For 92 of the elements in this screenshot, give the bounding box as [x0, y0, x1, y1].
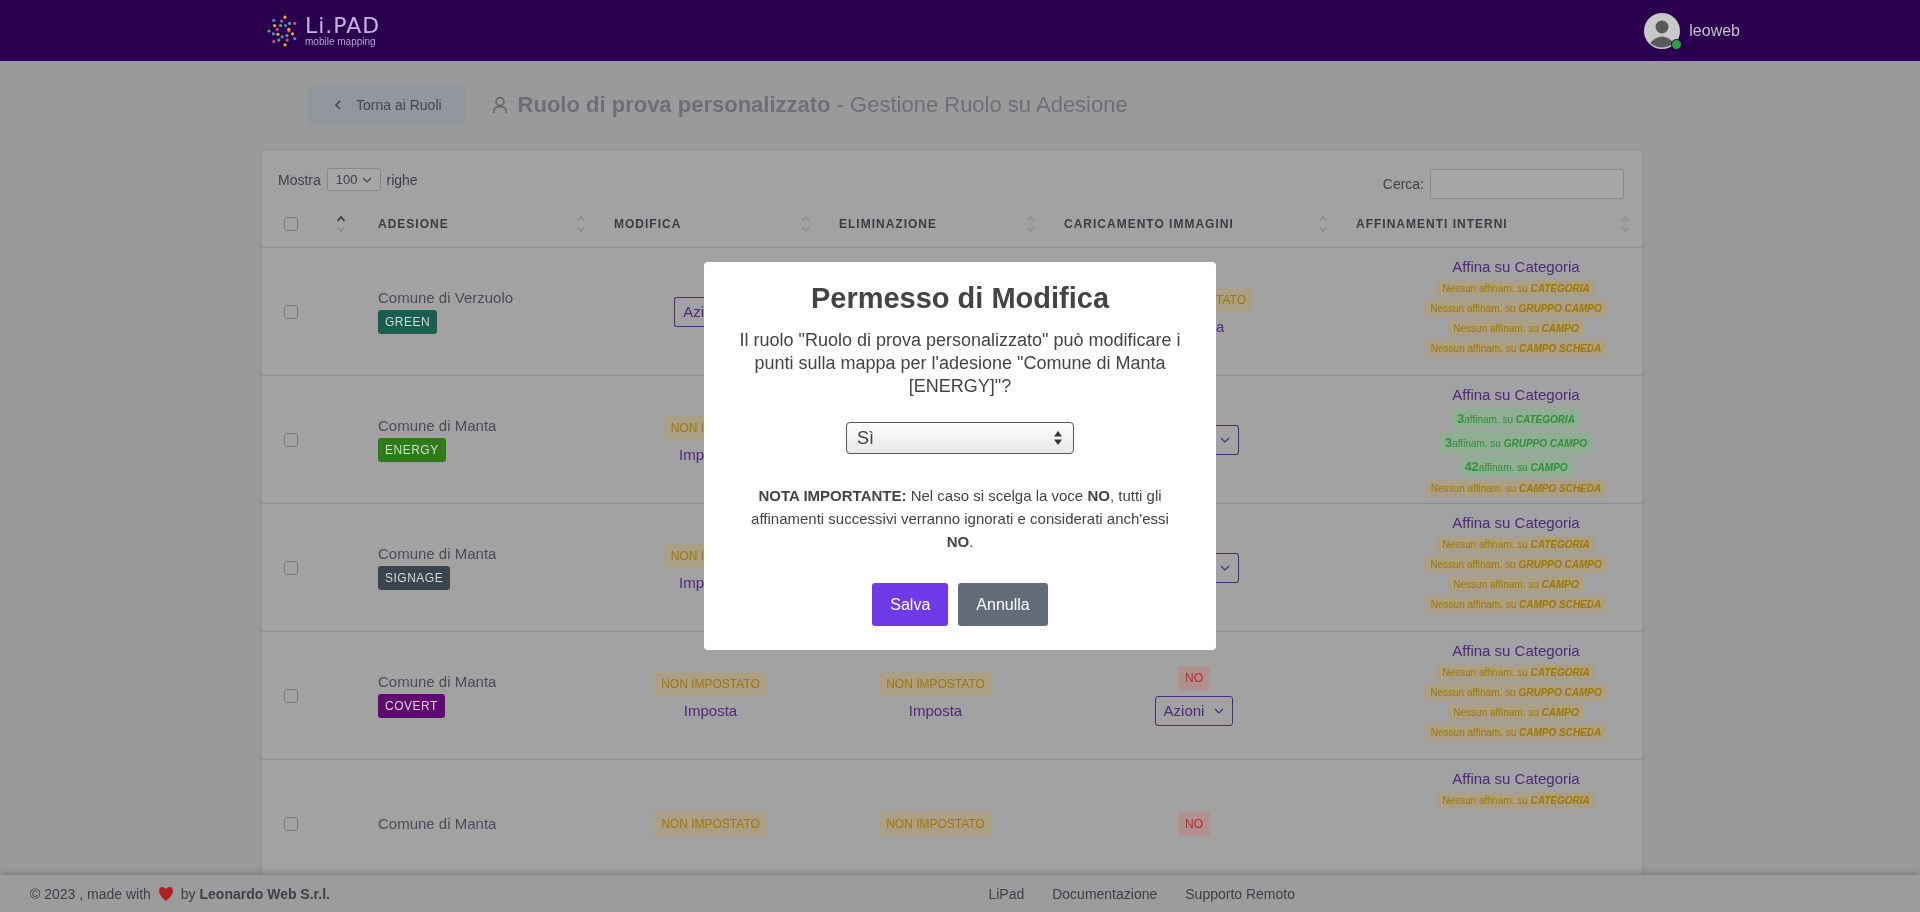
chevron-down-icon — [361, 176, 372, 183]
actions-dropdown[interactable]: Azioni — [1154, 695, 1234, 726]
refine-link[interactable]: Affina su Categoria — [1452, 642, 1580, 659]
logo-name: Li.PAD — [305, 14, 381, 37]
set-link[interactable]: Imp — [679, 574, 704, 591]
refine-link[interactable]: Affina su Categoria — [1452, 386, 1580, 403]
footer-link[interactable]: LiPad — [988, 885, 1025, 902]
refinement-badge: Nessun affinam. su GRUPPO CAMPO — [1425, 300, 1607, 317]
up-down-icon — [1053, 430, 1063, 446]
rows-label: righe — [386, 171, 418, 188]
membership-name: Comune di Manta — [378, 545, 497, 562]
status-badge: TATO — [1216, 288, 1253, 312]
category-tag: SIGNAGE — [378, 566, 451, 590]
category-tag: ENERGY — [378, 438, 446, 462]
refinement-badge: Nessun affinam. su CAMPO — [1448, 576, 1584, 593]
user-icon — [491, 96, 508, 114]
cancel-button[interactable]: Annulla — [958, 583, 1048, 626]
column-header[interactable]: CARICAMENTO IMMAGINI — [1064, 216, 1234, 231]
footer-link[interactable]: Supporto Remoto — [1185, 885, 1295, 902]
footer-link[interactable]: Documentazione — [1052, 885, 1158, 902]
row-checkbox[interactable] — [284, 432, 298, 447]
sort-icon[interactable] — [1620, 213, 1630, 234]
category-tag: GREEN — [378, 310, 438, 334]
refinement-badge: Nessun affinam. su CAMPO SCHEDA — [1425, 340, 1607, 357]
status-badge: NON IMPOSTATO — [654, 672, 767, 696]
chevron-down-icon — [1220, 436, 1230, 443]
status-badge: NO — [1178, 665, 1210, 690]
dialog-note: NOTA IMPORTANTE: Nel caso si scelga la voce NO, tutti gli affinamenti successivi verranno ignorati e considerati anch'essi NO. — [750, 486, 1170, 552]
row-checkbox[interactable] — [284, 816, 298, 831]
column-header[interactable]: MODIFICA — [614, 216, 682, 231]
refinement-badge: Nessun affinam. su GRUPPO CAMPO — [1425, 556, 1607, 573]
refinement-badge: 3affinam. su CATEGORIA — [1452, 408, 1580, 429]
refinement-badge: Nessun affinam. su CAMPO — [1448, 704, 1584, 721]
set-link[interactable]: Imp — [679, 446, 704, 463]
row-checkbox[interactable] — [284, 688, 298, 703]
row-checkbox[interactable] — [284, 560, 298, 575]
sort-ascending-icon[interactable] — [336, 213, 346, 234]
status-badge: NON IMPOSTATO — [879, 672, 992, 696]
logo-tagline: mobile mapping — [305, 36, 377, 47]
refinement-badge: Nessun affinam. su GRUPPO CAMPO — [1425, 684, 1607, 701]
refinement-badge: Nessun affinam. su CATEGORIA — [1437, 280, 1595, 297]
status-badge: NON I — [663, 544, 704, 568]
sort-icon[interactable] — [1318, 213, 1328, 234]
back-button[interactable]: Torna ai Ruoli — [308, 85, 466, 125]
status-badge: NO — [1178, 811, 1210, 836]
dialog-title: Permesso di Modifica — [809, 282, 1111, 315]
search-field[interactable] — [1430, 168, 1624, 199]
refinement-badge: Nessun affinam. su CATEGORIA — [1437, 536, 1595, 553]
membership-name: Comune di Manta — [378, 673, 497, 690]
membership-name: Comune di Verzuolo — [378, 289, 514, 306]
sort-icon[interactable] — [576, 213, 586, 234]
refine-link[interactable]: Affina su Categoria — [1452, 770, 1580, 787]
refine-link[interactable]: Affina su Categoria — [1452, 258, 1580, 275]
column-header[interactable]: AFFINAMENTI INTERNI — [1356, 216, 1508, 231]
refinement-badge: Nessun affinam. su CAMPO SCHEDA — [1425, 596, 1607, 613]
refinement-badge: Nessun affinam. su CATEGORIA — [1437, 792, 1595, 809]
user-name[interactable]: leoweb — [1689, 21, 1740, 40]
chevron-down-icon — [1220, 564, 1230, 571]
chevron-down-icon — [1214, 707, 1225, 714]
category-tag: COVERT — [378, 694, 445, 718]
heart-icon — [156, 885, 175, 902]
credit-text: by Leonardo Web S.r.l. — [180, 885, 330, 902]
dialog-question: Il ruolo "Ruolo di prova personalizzato" può modificare i punti sulla mappa per l'adesione "Comune di Manta [ENERGY]"? — [738, 329, 1182, 398]
status-badge: NON I — [663, 416, 704, 440]
status-badge: NON IMPOSTATO — [654, 811, 767, 836]
refinement-badge: Nessun affinam. su CAMPO SCHEDA — [1425, 480, 1607, 497]
row-checkbox[interactable] — [284, 304, 298, 319]
refinement-badge: 3affinam. su GRUPPO CAMPO — [1439, 432, 1593, 453]
membership-name: Comune di Manta — [378, 815, 497, 832]
set-link[interactable]: Imposta — [908, 702, 963, 719]
page-size-select[interactable]: 100 — [326, 168, 381, 191]
status-badge: NON IMPOSTATO — [879, 811, 992, 836]
sort-icon[interactable] — [801, 213, 811, 234]
refinement-badge: Nessun affinam. su CAMPO — [1448, 320, 1584, 337]
sort-icon[interactable] — [1026, 213, 1036, 234]
refinement-badge: Nessun affinam. su CAMPO SCHEDA — [1425, 724, 1607, 741]
copyright-text: © 2023 , made with — [30, 885, 151, 902]
membership-name: Comune di Manta — [378, 417, 497, 434]
set-link[interactable]: a — [1216, 318, 1225, 335]
avatar-icon[interactable] — [1643, 11, 1682, 50]
column-header[interactable]: ELIMINAZIONE — [839, 216, 937, 231]
set-link[interactable]: Imposta — [683, 702, 738, 719]
search-label: Cerca: — [1382, 175, 1424, 192]
save-button[interactable]: Salva — [872, 583, 949, 626]
show-label: Mostra — [278, 171, 321, 188]
refinement-badge: 42affinam. su CAMPO — [1459, 456, 1573, 477]
permission-select[interactable]: Sì — [846, 422, 1074, 454]
refinement-badge: Nessun affinam. su CATEGORIA — [1437, 664, 1595, 681]
refine-link[interactable]: Affina su Categoria — [1452, 514, 1580, 531]
chevron-left-icon — [334, 100, 342, 110]
column-header[interactable]: ADESIONE — [378, 216, 449, 231]
select-all-checkbox[interactable] — [284, 216, 298, 231]
